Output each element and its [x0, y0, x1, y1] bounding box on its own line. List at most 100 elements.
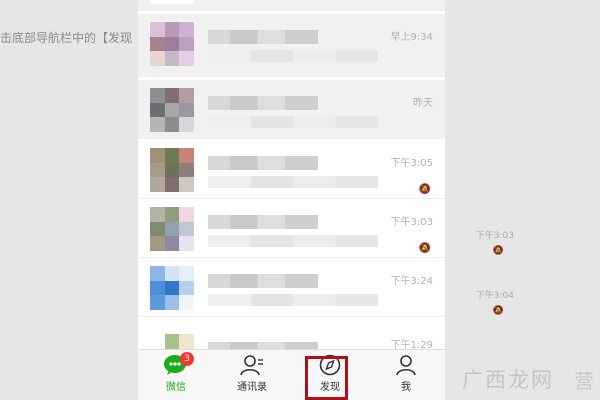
tab-label: 通讯录	[237, 382, 267, 393]
chat-row[interactable]: 早上9:34	[138, 14, 445, 77]
avatar-pixel	[150, 148, 165, 163]
avatar-pixel	[179, 0, 194, 4]
mute-icon: 🔕	[418, 184, 431, 195]
avatar-pixel	[179, 280, 194, 296]
message-preview-blurred	[208, 294, 378, 306]
avatar-pixel	[150, 177, 165, 192]
avatar-pixel	[164, 22, 180, 37]
contacts-icon	[239, 354, 265, 376]
contact-name-blurred	[208, 274, 318, 288]
mute-icon: 🔕	[418, 243, 431, 254]
avatar-pixel	[179, 88, 194, 103]
contact-name-blurred	[208, 215, 318, 229]
background-ghost-row: 下午3:04 🔕	[440, 282, 590, 338]
avatar	[150, 22, 194, 66]
avatar-pixel	[164, 162, 180, 178]
avatar-pixel	[150, 117, 165, 132]
phone-screen: 早上9:34 昨天 下午3:05 🔕 下午3:03 🔕 下午3:24 下午1:2…	[138, 0, 445, 400]
message-preview-blurred	[208, 116, 378, 128]
person-icon	[393, 354, 419, 376]
avatar-pixel	[179, 102, 194, 118]
avatar-pixel	[179, 36, 194, 52]
avatar-pixel	[164, 266, 180, 281]
chat-row[interactable]	[138, 0, 445, 11]
avatar-pixel	[150, 295, 165, 310]
avatar-pixel	[164, 280, 180, 296]
avatar-pixel	[164, 36, 180, 52]
avatar-pixel	[179, 51, 194, 66]
avatar-pixel	[150, 221, 165, 237]
chat-row[interactable]: 下午3:05 🔕	[138, 140, 445, 199]
avatar-pixel	[150, 280, 165, 296]
avatar-pixel	[164, 334, 180, 349]
contact-name-blurred	[208, 96, 318, 110]
chat-bubble-icon: 3	[163, 352, 194, 376]
avatar-pixel	[179, 221, 194, 237]
mute-icon: 🔕	[492, 246, 504, 256]
chat-row[interactable]: 昨天	[138, 80, 445, 139]
avatar-pixel	[164, 177, 180, 192]
chat-time: 下午3:05	[390, 158, 433, 169]
tab-label: 我	[401, 382, 411, 393]
tab-contacts[interactable]: 通讯录	[220, 354, 284, 398]
chat-row[interactable]: 下午3:24	[138, 258, 445, 317]
background-caption: 击底部导航栏中的【发现	[0, 31, 133, 45]
avatar-pixel	[150, 102, 165, 118]
message-preview-blurred	[208, 176, 378, 188]
avatar	[150, 266, 194, 310]
avatar-pixel	[164, 148, 180, 163]
message-preview-blurred	[208, 50, 378, 62]
chat-time: 下午3:03	[390, 217, 433, 228]
avatar-pixel	[150, 236, 165, 251]
avatar-pixel	[164, 207, 180, 222]
avatar	[150, 207, 194, 251]
background-ghost-time: 下午3:04	[475, 291, 514, 301]
bottom-tab-bar: 3 微信 通讯录 发现 我	[138, 349, 445, 400]
chat-time: 早上9:34	[390, 32, 433, 43]
message-preview-blurred	[208, 235, 378, 247]
avatar-pixel	[164, 0, 180, 4]
avatar-pixel	[179, 295, 194, 310]
tab-chats[interactable]: 3 微信	[144, 352, 208, 398]
avatar-pixel	[150, 36, 165, 52]
avatar-pixel	[179, 266, 194, 281]
avatar	[150, 88, 194, 132]
avatar-pixel	[179, 334, 194, 349]
contact-name-blurred	[208, 30, 318, 44]
avatar-pixel	[179, 236, 194, 251]
background-ghost-time: 下午3:03	[475, 231, 514, 241]
avatar-pixel	[179, 177, 194, 192]
avatar-pixel	[164, 51, 180, 66]
watermark-text: 广西龙网	[462, 368, 554, 392]
avatar-pixel	[150, 22, 165, 37]
chat-time: 下午3:24	[390, 276, 433, 287]
avatar-pixel	[164, 102, 180, 118]
unread-badge: 3	[180, 352, 194, 366]
avatar-pixel	[150, 0, 165, 4]
tab-me[interactable]: 我	[374, 354, 438, 398]
avatar-pixel	[150, 162, 165, 178]
avatar	[150, 148, 194, 192]
avatar-pixel	[150, 334, 165, 349]
avatar-pixel	[150, 266, 165, 281]
chat-row[interactable]: 下午3:03 🔕	[138, 199, 445, 258]
avatar-pixel	[179, 22, 194, 37]
avatar-pixel	[150, 88, 165, 103]
avatar-pixel	[164, 236, 180, 251]
avatar-pixel	[164, 295, 180, 310]
avatar-pixel	[179, 207, 194, 222]
chat-time: 昨天	[413, 98, 433, 109]
mute-icon: 🔕	[492, 306, 504, 316]
background-ghost-row: 下午3:03 🔕	[440, 222, 590, 278]
avatar-pixel	[164, 117, 180, 132]
watermark: 广西龙网 营	[434, 366, 594, 396]
avatar-pixel	[164, 221, 180, 237]
avatar-pixel	[150, 51, 165, 66]
contact-name-blurred	[208, 156, 318, 170]
tab-label: 微信	[166, 382, 186, 393]
avatar-pixel	[179, 117, 194, 132]
avatar-pixel	[164, 88, 180, 103]
avatar-pixel	[179, 148, 194, 163]
avatar-pixel	[179, 162, 194, 178]
highlight-box	[305, 356, 348, 400]
